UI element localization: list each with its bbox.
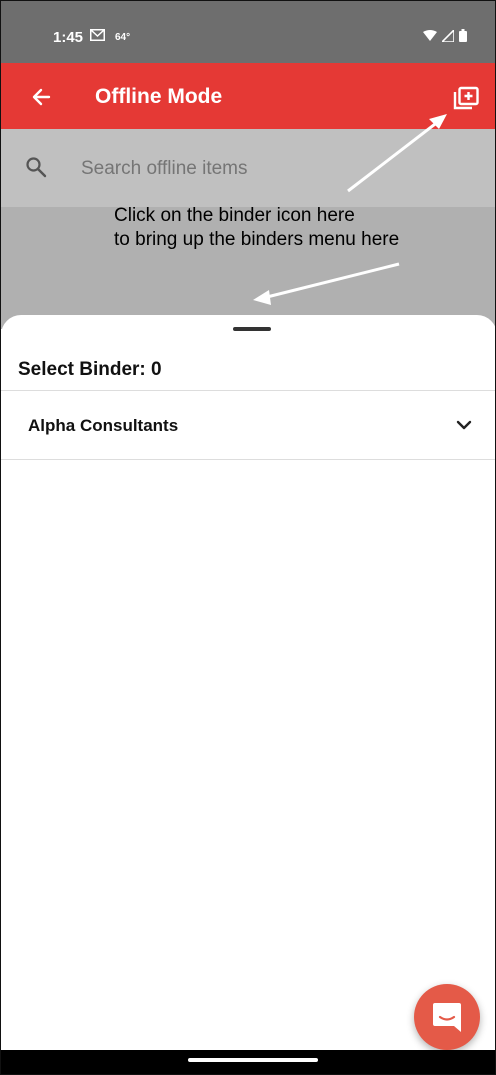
divider (1, 459, 495, 460)
chat-button[interactable] (414, 984, 480, 1050)
binder-item-alpha-consultants[interactable]: Alpha Consultants (1, 391, 495, 459)
phone-screen: 1:45 64° Offline Mode Search offline ite… (0, 0, 496, 1075)
sheet-title: Select Binder: 0 (18, 359, 162, 380)
binder-bottom-sheet: Select Binder: 0 Alpha Consultants (1, 315, 495, 1051)
home-gesture-bar[interactable] (188, 1058, 318, 1062)
annotation-arrow-to-menu (253, 262, 400, 305)
chat-bubble-icon (433, 1003, 461, 1032)
annotation-arrow-to-binder-icon (347, 114, 447, 193)
drag-handle[interactable] (233, 327, 271, 331)
navigation-bar (1, 1050, 495, 1074)
annotation-arrows (253, 114, 447, 305)
binder-item-label: Alpha Consultants (28, 416, 179, 435)
chevron-down-icon[interactable] (456, 419, 472, 431)
